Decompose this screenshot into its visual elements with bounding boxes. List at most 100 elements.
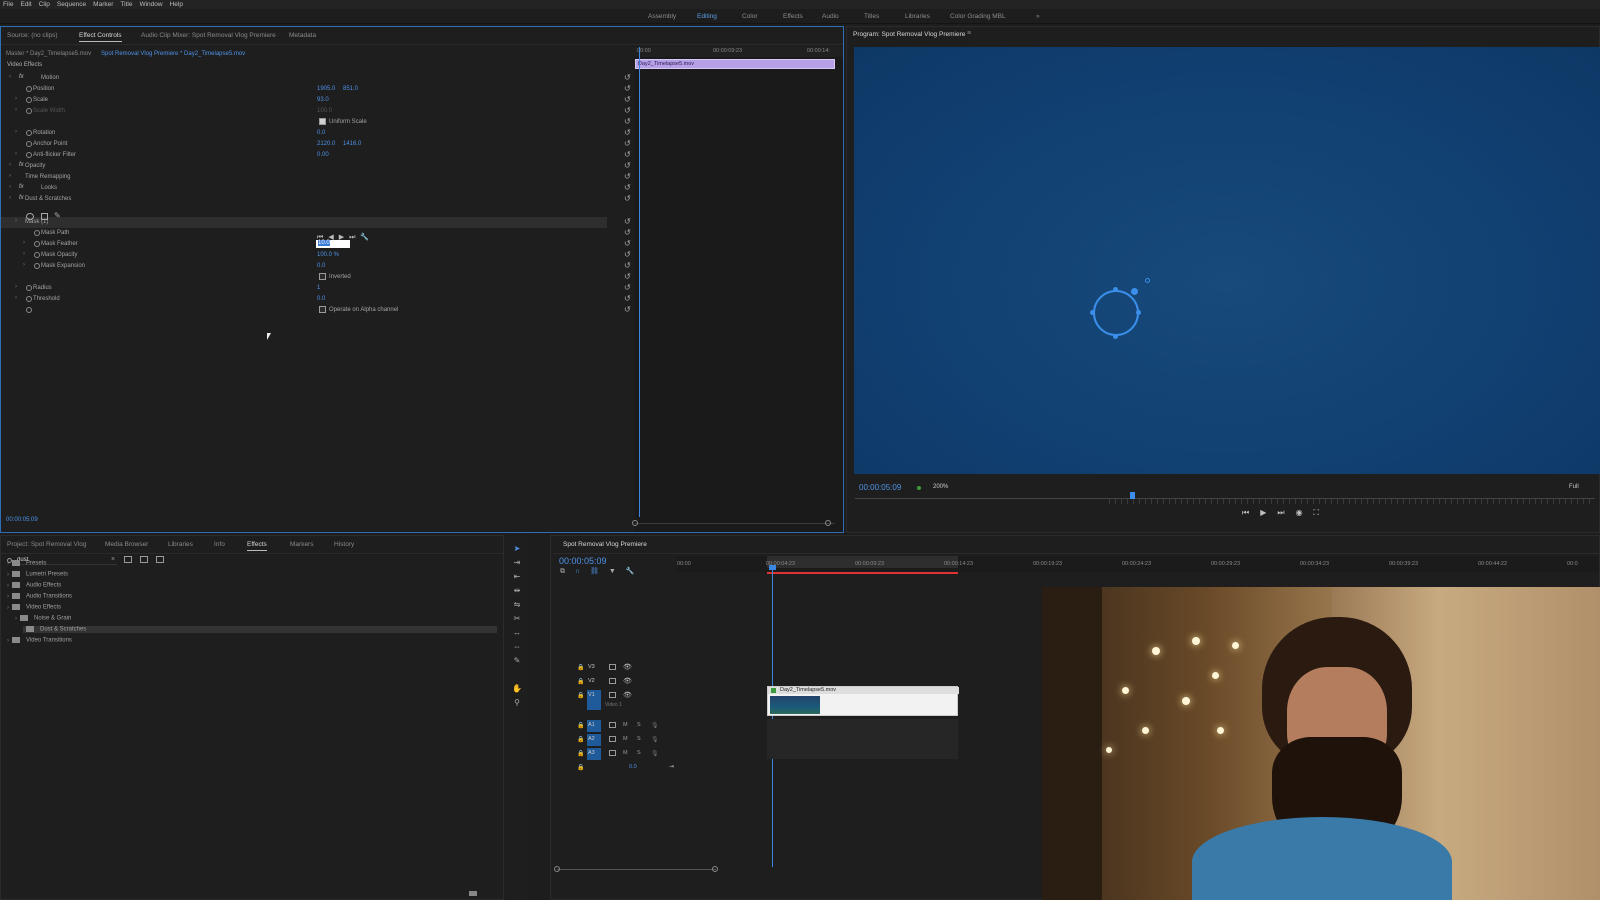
tab-info[interactable]: Info: [214, 541, 225, 548]
lock-icon[interactable]: 🔒: [577, 722, 584, 729]
track-target[interactable]: A1: [587, 720, 601, 732]
track-select-tool-icon[interactable]: ⇥: [512, 558, 522, 568]
track-backward-icon[interactable]: ⏮: [317, 234, 328, 241]
reset-icon[interactable]: ↺: [624, 295, 632, 303]
property-value[interactable]: 2120.0: [317, 141, 335, 147]
twirl-icon[interactable]: ›: [15, 129, 17, 135]
twirl-icon[interactable]: ›: [23, 240, 25, 246]
twirl-icon[interactable]: ›: [9, 74, 11, 80]
timeline-timecode[interactable]: 00:00:05:09: [559, 556, 607, 566]
program-timecode[interactable]: 00:00:05:09: [859, 483, 901, 492]
effect-controls-timecode[interactable]: 00:00:05:09: [6, 517, 38, 523]
property-value[interactable]: 0.0: [317, 263, 325, 269]
lock-icon[interactable]: 🔒: [577, 692, 584, 699]
effects-tree-item[interactable]: › Noise & Grain: [15, 615, 71, 622]
reset-icon[interactable]: ↺: [624, 273, 632, 281]
master-volume[interactable]: 0.0: [629, 764, 637, 770]
sequence-clip-label[interactable]: Spot Removal Vlog Premiere * Day2_Timela…: [101, 51, 245, 57]
camera-icon[interactable]: ◉: [1296, 508, 1314, 517]
eye-icon[interactable]: 👁: [623, 663, 632, 671]
menu-sequence[interactable]: Sequence: [57, 1, 86, 8]
timeline-clip-v1[interactable]: Day2_Timelapse5.mov: [767, 686, 959, 716]
property-value[interactable]: 1: [317, 285, 320, 291]
lock-icon[interactable]: 🔒: [577, 750, 584, 757]
solo-button[interactable]: S: [637, 722, 641, 728]
mask-vertex[interactable]: [1090, 310, 1095, 315]
uniform-scale-row[interactable]: Uniform Scale ↺: [1, 117, 641, 128]
tab-project[interactable]: Project: Spot Removal Vlog: [7, 541, 86, 548]
reset-icon[interactable]: ↺: [624, 107, 632, 115]
32bit-effects-icon[interactable]: [140, 556, 148, 563]
track-forward-one-icon[interactable]: ▶: [339, 234, 349, 241]
effects-tree-item[interactable]: › Audio Transitions: [7, 593, 72, 600]
property-value[interactable]: 1905.0: [317, 86, 335, 92]
mask-feather-handle[interactable]: [1131, 288, 1138, 295]
alpha-channel-row[interactable]: Operate on Alpha channel ↺: [1, 305, 641, 316]
menu-clip[interactable]: Clip: [39, 1, 50, 8]
fx-toggle-icon[interactable]: fx: [19, 195, 24, 201]
workspace-tab-color[interactable]: Color: [742, 13, 758, 20]
tab-history[interactable]: History: [334, 541, 354, 548]
solo-button[interactable]: S: [637, 736, 641, 742]
menu-marker[interactable]: Marker: [93, 1, 113, 8]
track-header[interactable]: 🔒 A2 M S 🎙: [577, 734, 677, 747]
voice-over-icon[interactable]: 🎙: [651, 736, 659, 743]
reset-icon[interactable]: ↺: [624, 129, 632, 137]
motion-row[interactable]: › fx Motion ↺: [1, 73, 641, 84]
property-value-y[interactable]: 851.0: [343, 86, 358, 92]
menu-file[interactable]: File: [3, 1, 13, 8]
mute-button[interactable]: M: [623, 722, 628, 728]
effects-tree-item[interactable]: › Lumetri Presets: [7, 571, 68, 578]
lock-icon[interactable]: 🔒: [577, 664, 584, 671]
mask-vertex[interactable]: [1113, 287, 1118, 292]
opacity-row[interactable]: › fx Opacity ↺: [1, 161, 641, 172]
track-target[interactable]: A3: [587, 748, 601, 760]
rate-stretch-tool-icon[interactable]: ⇋: [512, 600, 522, 610]
workspace-tab-audio[interactable]: Audio: [822, 13, 839, 20]
zoom-select[interactable]: 200%: [933, 484, 948, 490]
twirl-icon[interactable]: ›: [15, 107, 17, 113]
master-clip-label[interactable]: Master * Day2_Timelapse5.mov: [6, 51, 91, 57]
mini-timeline[interactable]: 00:00 00:00:09:23 00:00:14: Day2_Timelap…: [632, 47, 843, 532]
rolling-edit-tool-icon[interactable]: ⇹: [512, 586, 522, 596]
zoom-tool-icon[interactable]: ⚲: [512, 698, 522, 708]
workspace-tab-editing[interactable]: Editing: [697, 13, 717, 20]
pen-tool-icon[interactable]: ✎: [512, 656, 522, 666]
rotation-row[interactable]: › Rotation 0.0 ↺: [1, 128, 641, 139]
menu-title[interactable]: Title: [120, 1, 132, 8]
razor-tool-icon[interactable]: ✂: [512, 614, 522, 624]
track-target[interactable]: V1: [587, 690, 601, 710]
lock-icon[interactable]: 🔒: [577, 764, 584, 771]
reset-icon[interactable]: ↺: [624, 229, 632, 237]
reset-icon[interactable]: ↺: [624, 262, 632, 270]
property-value[interactable]: 100.0 %: [317, 252, 339, 258]
resolution-select[interactable]: Full: [1569, 484, 1579, 490]
tab-media-browser[interactable]: Media Browser: [105, 541, 148, 548]
property-value-y[interactable]: 1416.0: [343, 141, 361, 147]
stopwatch-icon[interactable]: [26, 86, 32, 92]
yuv-effects-icon[interactable]: [156, 556, 164, 563]
effects-tree-item[interactable]: › Video Transitions: [7, 637, 72, 644]
eye-icon[interactable]: 👁: [623, 677, 632, 685]
fx-toggle-icon[interactable]: fx: [19, 184, 24, 190]
stopwatch-icon[interactable]: [26, 152, 32, 158]
stopwatch-icon[interactable]: [26, 130, 32, 136]
voice-over-icon[interactable]: 🎙: [651, 722, 659, 729]
new-bin-icon[interactable]: [469, 891, 477, 896]
pen-mask-icon[interactable]: ✎: [54, 211, 61, 220]
nest-icon[interactable]: ⧉: [560, 568, 575, 575]
clear-search-icon[interactable]: ×: [111, 556, 115, 563]
track-header[interactable]: 🔒 A1 M S 🎙: [577, 720, 677, 733]
twirl-icon[interactable]: ›: [23, 262, 25, 268]
effects-tree-item[interactable]: › Presets: [7, 560, 46, 567]
tab-markers[interactable]: Markers: [290, 541, 313, 548]
effects-tree-item[interactable]: Dust & Scratches: [23, 626, 497, 633]
stopwatch-icon[interactable]: [26, 108, 32, 114]
stopwatch-icon[interactable]: [26, 296, 32, 302]
reset-icon[interactable]: ↺: [624, 151, 632, 159]
property-value[interactable]: 93.0: [317, 97, 329, 103]
track-header[interactable]: 🔒 V2 👁: [577, 676, 677, 689]
reset-icon[interactable]: ↺: [624, 218, 632, 226]
stopwatch-icon[interactable]: [26, 285, 32, 291]
add-marker-icon[interactable]: ▼: [609, 568, 626, 575]
